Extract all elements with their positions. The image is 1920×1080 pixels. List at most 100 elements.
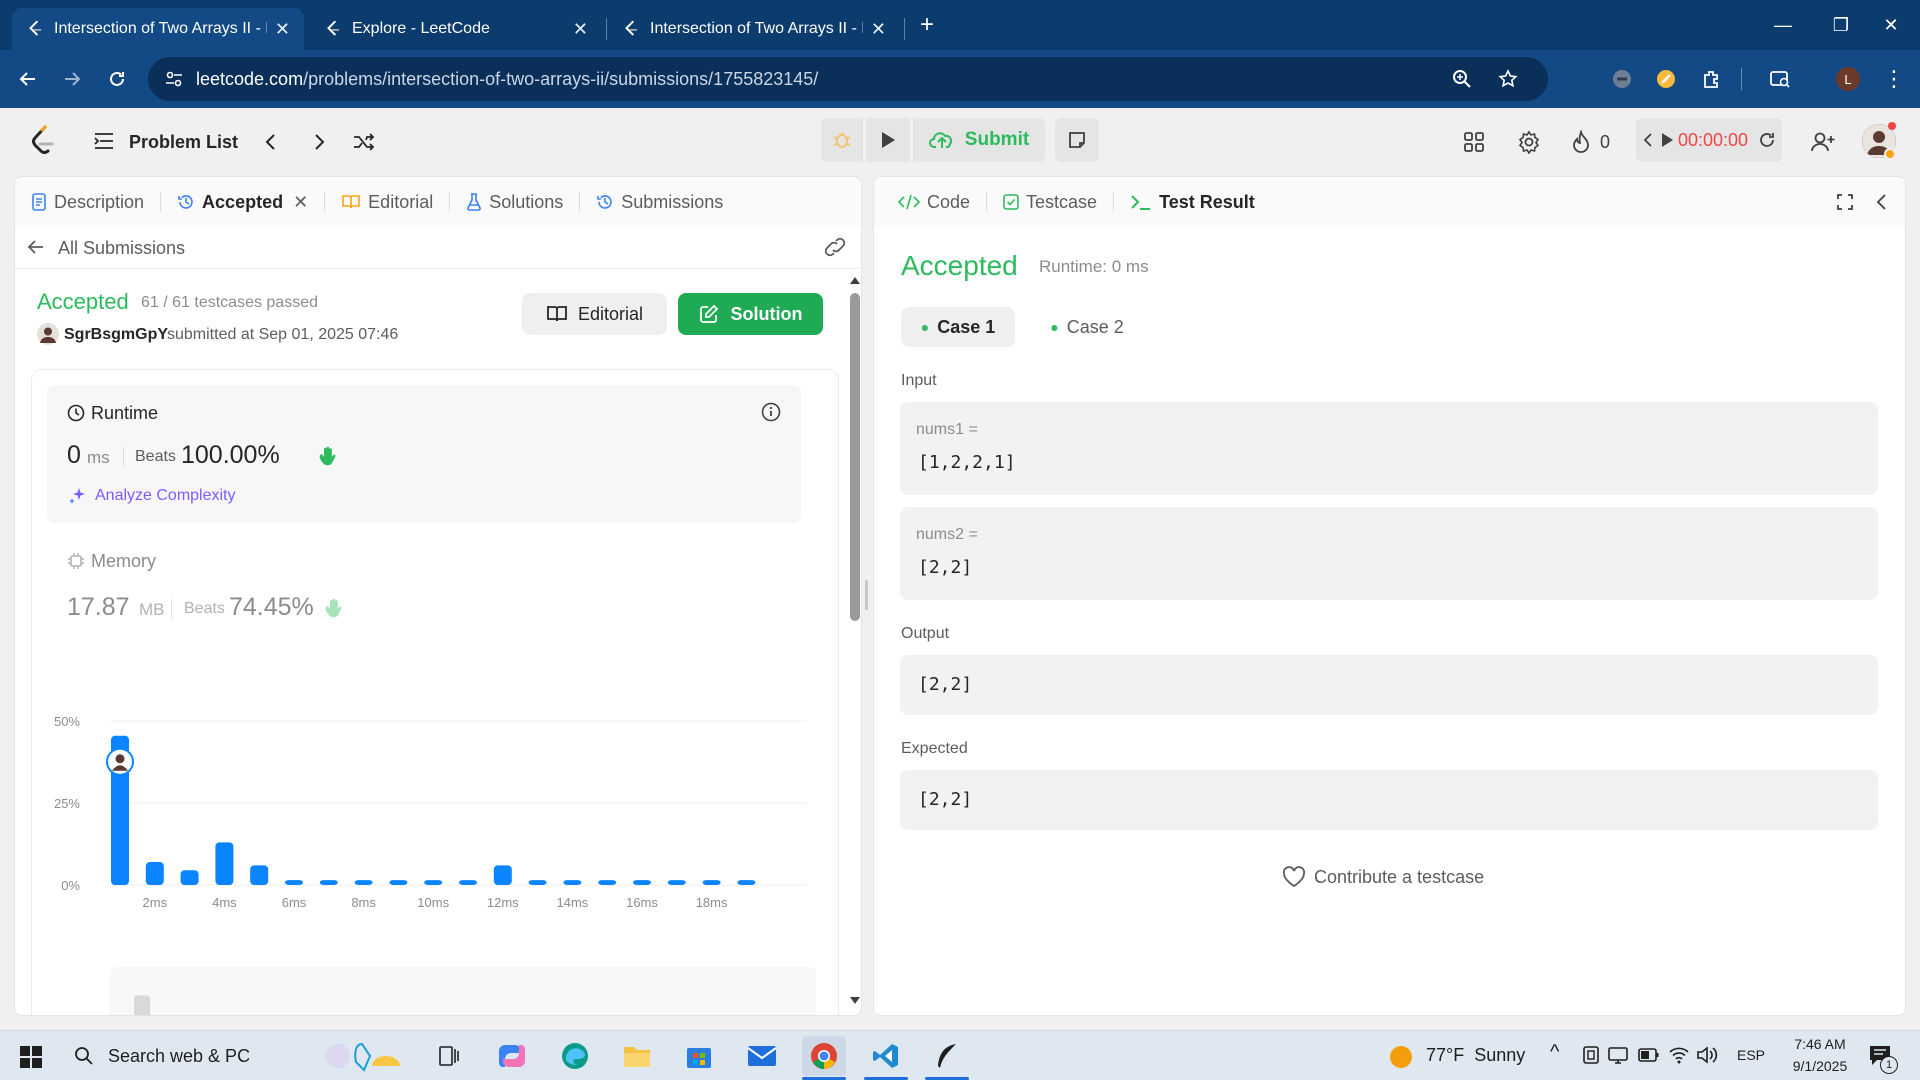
- chart-bar[interactable]: [563, 880, 582, 885]
- chart-bar[interactable]: [319, 880, 338, 885]
- microsoft-store-icon[interactable]: [677, 1036, 721, 1076]
- debug-button[interactable]: [821, 118, 863, 162]
- tab-code[interactable]: Code: [888, 192, 980, 213]
- weather-text[interactable]: 77°F Sunny: [1426, 1045, 1525, 1066]
- contribute-testcase-link[interactable]: Contribute a testcase: [1282, 864, 1484, 890]
- chart-bar[interactable]: [285, 880, 303, 885]
- chart-bar[interactable]: [528, 880, 547, 885]
- submit-button[interactable]: Submit: [913, 118, 1045, 162]
- copilot-icon[interactable]: [490, 1036, 534, 1076]
- close-tab-icon[interactable]: ✕: [871, 19, 886, 40]
- display-icon[interactable]: [1608, 1045, 1628, 1065]
- chart-overview-strip[interactable]: [110, 967, 816, 1016]
- close-tab-icon[interactable]: ✕: [293, 192, 308, 213]
- windows-start-icon[interactable]: [20, 1046, 42, 1068]
- forward-icon[interactable]: [56, 63, 88, 95]
- close-tab-icon[interactable]: ✕: [573, 19, 588, 40]
- chart-bar[interactable]: [737, 880, 756, 885]
- browser-tab-active[interactable]: Intersection of Two Arrays II - Le ✕: [12, 8, 304, 50]
- url-bar[interactable]: leetcode.com/problems/intersection-of-tw…: [148, 57, 1548, 101]
- bookmark-star-icon[interactable]: [1498, 69, 1518, 89]
- taskbar-search[interactable]: Search web & PC: [62, 1036, 420, 1076]
- chart-bar[interactable]: [633, 880, 651, 885]
- prev-problem-icon[interactable]: [262, 132, 280, 152]
- edge-icon[interactable]: [553, 1036, 597, 1076]
- chart-bar[interactable]: [598, 880, 617, 885]
- extension-orange-icon[interactable]: [1652, 65, 1680, 93]
- tab-solutions[interactable]: Solutions: [456, 192, 573, 213]
- leetcode-logo-icon[interactable]: [30, 125, 56, 157]
- reload-icon[interactable]: [101, 63, 133, 95]
- tab-description[interactable]: Description: [21, 192, 154, 213]
- browser-tab[interactable]: Explore - LeetCode ✕: [310, 8, 602, 50]
- mail-icon[interactable]: [740, 1036, 784, 1076]
- settings-gear-icon[interactable]: [1517, 130, 1541, 154]
- zoom-icon[interactable]: [1452, 69, 1472, 89]
- tray-expand-icon[interactable]: ^: [1550, 1041, 1559, 1064]
- profile-avatar[interactable]: L: [1836, 67, 1860, 91]
- run-button[interactable]: [866, 118, 910, 162]
- next-problem-icon[interactable]: [310, 132, 328, 152]
- chart-bar[interactable]: [459, 880, 477, 885]
- browser-tab[interactable]: Intersection of Two Arrays II - Le ✕: [608, 8, 900, 50]
- tab-test-result[interactable]: Test Result: [1120, 192, 1265, 213]
- timer-widget[interactable]: 00:00:00: [1636, 118, 1782, 162]
- tab-testcase[interactable]: Testcase: [993, 192, 1107, 213]
- chart-bar[interactable]: [702, 880, 721, 885]
- share-link-icon[interactable]: [823, 237, 847, 257]
- maximize-icon[interactable]: [1836, 193, 1854, 211]
- add-friend-icon[interactable]: [1810, 130, 1836, 154]
- chrome-icon[interactable]: [802, 1036, 846, 1076]
- streak-fire-icon[interactable]: [1571, 130, 1591, 154]
- task-view-icon[interactable]: [427, 1036, 471, 1076]
- wifi-icon[interactable]: [1668, 1045, 1690, 1065]
- chart-bar[interactable]: [493, 865, 512, 885]
- shuffle-icon[interactable]: [352, 132, 376, 152]
- layout-icon[interactable]: [1463, 131, 1485, 153]
- analyze-complexity-link[interactable]: Analyze Complexity: [95, 487, 236, 505]
- panel-resize-handle[interactable]: [865, 580, 868, 610]
- chart-bar[interactable]: [145, 862, 164, 885]
- tab-editorial[interactable]: Editorial: [331, 192, 443, 213]
- scrollbar[interactable]: [847, 277, 861, 1007]
- close-window-icon[interactable]: ✕: [1862, 0, 1920, 50]
- chart-bar[interactable]: [424, 880, 443, 885]
- solution-button[interactable]: Solution: [678, 293, 823, 335]
- input-language[interactable]: ESP: [1737, 1047, 1765, 1063]
- case-1-tab[interactable]: ● Case 1: [901, 307, 1015, 347]
- feather-app-icon[interactable]: [925, 1036, 969, 1076]
- file-explorer-icon[interactable]: [615, 1036, 659, 1076]
- sun-weather-icon[interactable]: [1388, 1044, 1414, 1070]
- editorial-button[interactable]: Editorial: [522, 293, 667, 335]
- volume-icon[interactable]: [1696, 1045, 1718, 1065]
- case-2-tab[interactable]: ● Case 2: [1030, 307, 1144, 347]
- memory-box[interactable]: Memory 17.87 MB Beats 74.45%: [47, 535, 801, 645]
- scroll-down-icon[interactable]: [850, 997, 860, 1004]
- minimize-icon[interactable]: —: [1754, 0, 1812, 50]
- clock-date[interactable]: 9/1/2025: [1780, 1058, 1860, 1074]
- notes-button[interactable]: [1055, 118, 1099, 162]
- timer-reset-icon[interactable]: [1758, 131, 1776, 149]
- back-arrow-icon[interactable]: [27, 239, 45, 255]
- clock-time[interactable]: 7:46 AM: [1784, 1036, 1856, 1052]
- extensions-puzzle-icon[interactable]: [1698, 65, 1726, 93]
- tab-accepted[interactable]: Accepted ✕: [167, 192, 318, 213]
- collapse-timer-icon[interactable]: [1642, 132, 1654, 148]
- runtime-distribution-chart[interactable]: 50% 25% 0% 2ms 4ms 6ms 8ms 10ms 12ms 14ms 16ms 18ms…: [32, 660, 838, 1016]
- tab-submissions[interactable]: Submissions: [586, 192, 733, 213]
- chart-bar[interactable]: [180, 870, 199, 885]
- device-icon[interactable]: [1582, 1045, 1600, 1065]
- browser-menu-icon[interactable]: ⋮: [1880, 65, 1908, 93]
- battery-icon[interactable]: [1638, 1047, 1660, 1063]
- timer-play-icon[interactable]: [1660, 131, 1674, 149]
- scroll-up-icon[interactable]: [850, 277, 860, 284]
- scrollbar-thumb[interactable]: [850, 293, 860, 621]
- vscode-icon[interactable]: [864, 1036, 908, 1076]
- new-tab-icon[interactable]: +: [912, 10, 942, 40]
- back-icon[interactable]: [12, 63, 44, 95]
- chart-bar[interactable]: [667, 880, 686, 885]
- chart-bar[interactable]: [389, 880, 408, 885]
- problem-list-label[interactable]: Problem List: [129, 132, 238, 153]
- extension-shield-icon[interactable]: [1608, 65, 1636, 93]
- chart-bar[interactable]: [354, 880, 373, 885]
